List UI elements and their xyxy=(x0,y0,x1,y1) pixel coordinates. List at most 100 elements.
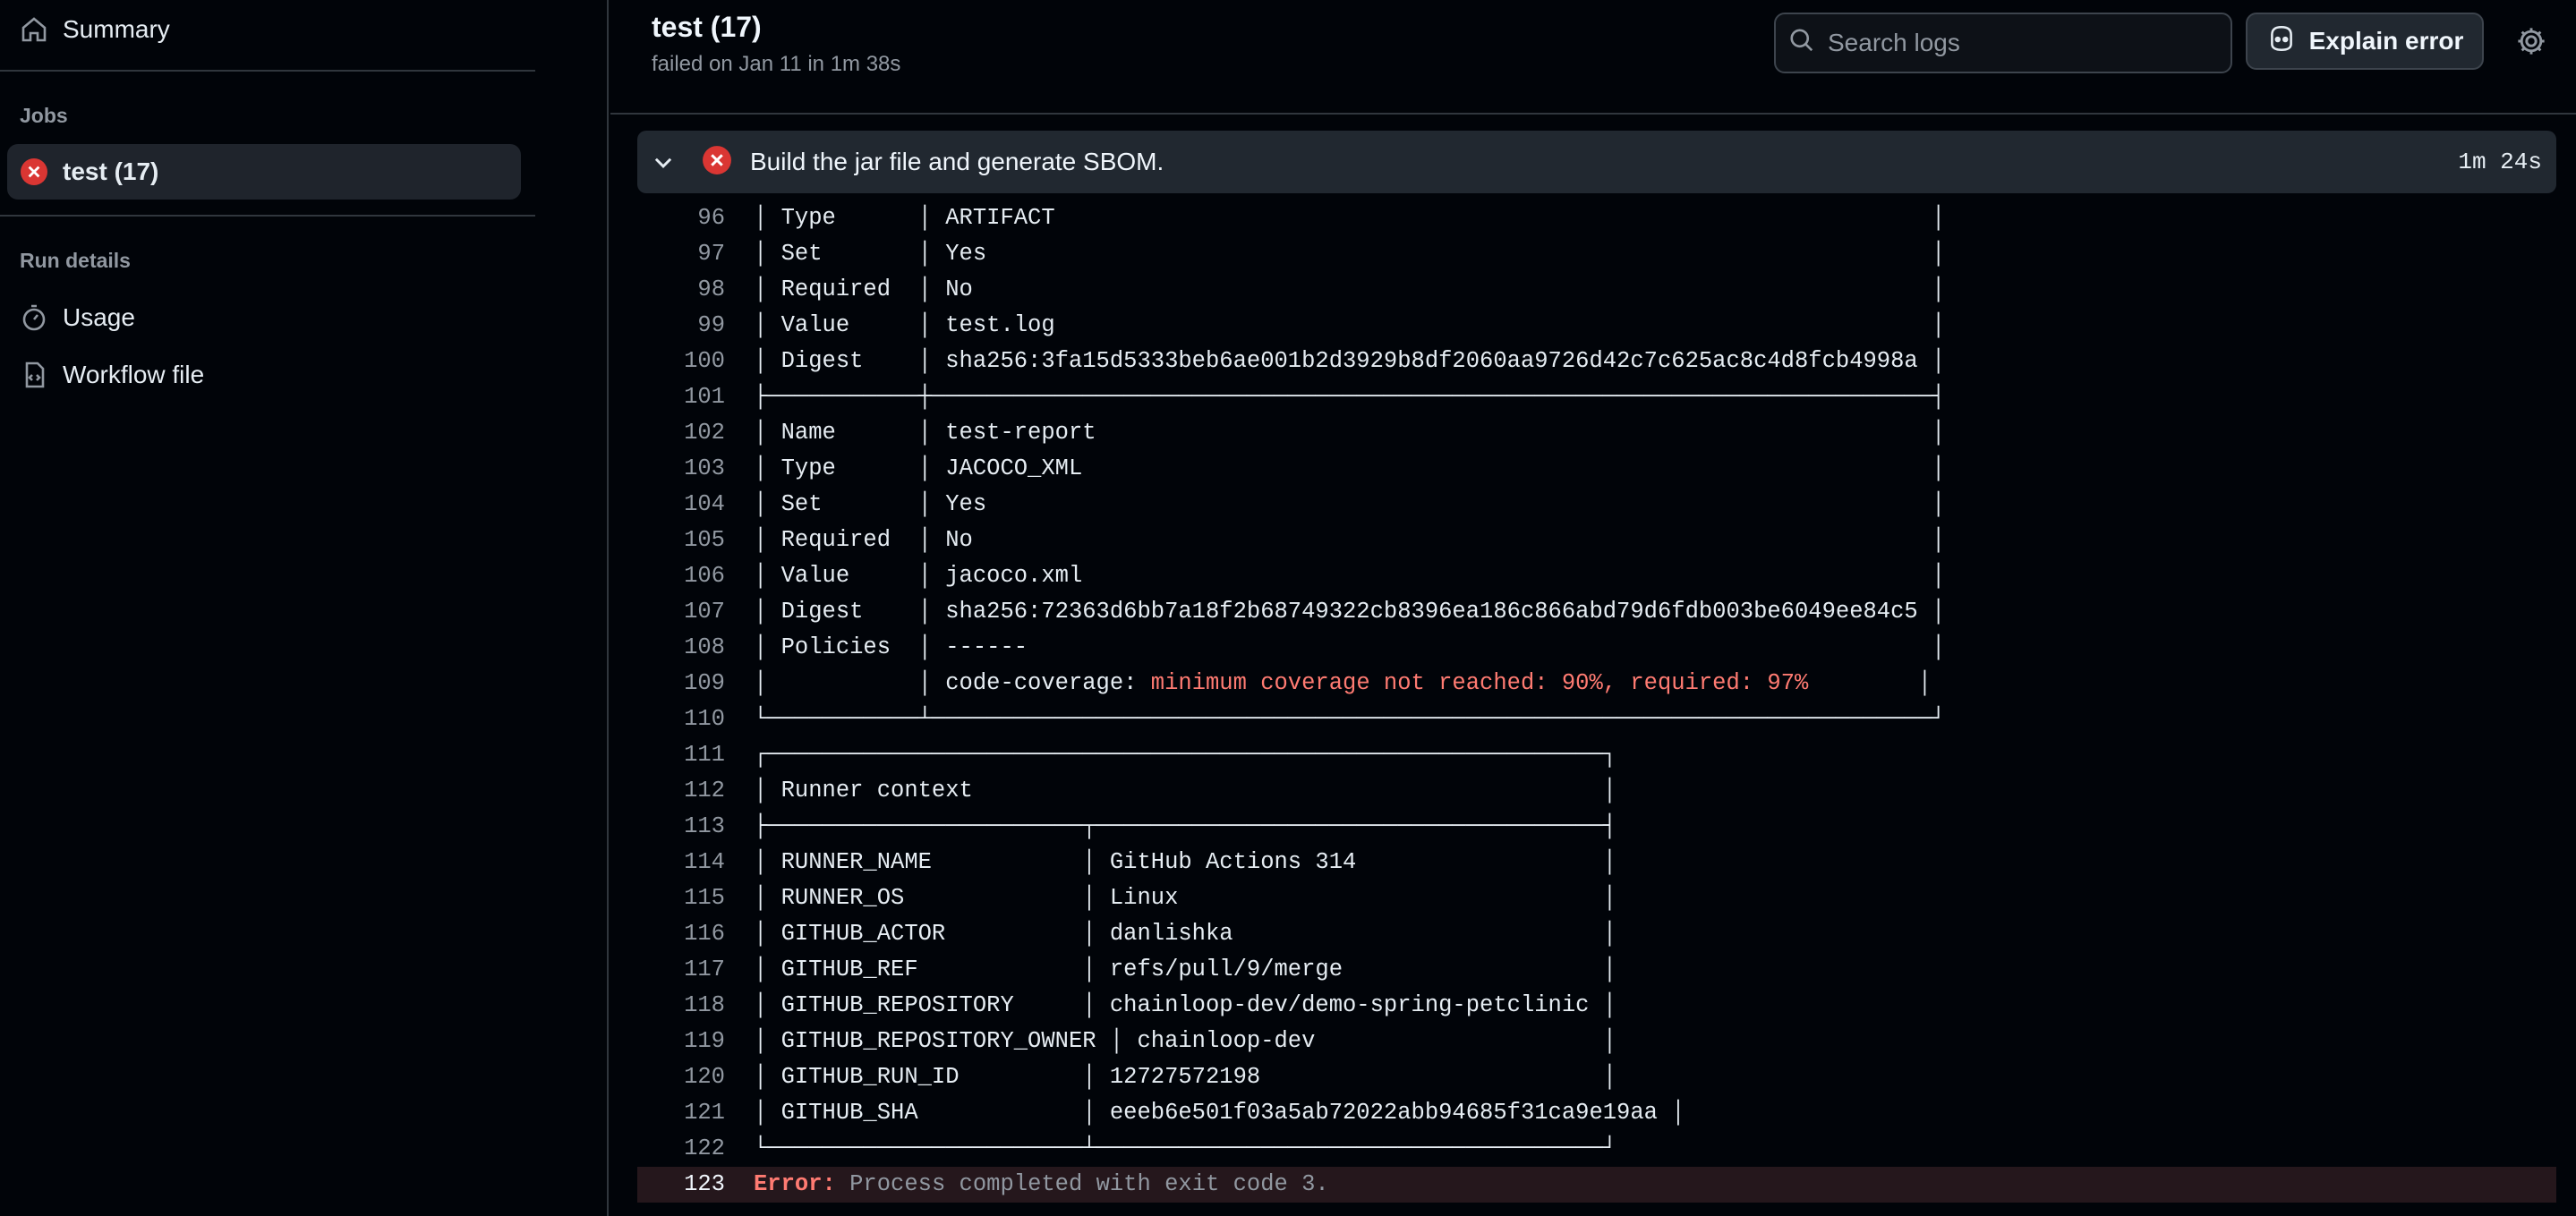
error-circle-icon xyxy=(20,154,63,190)
log-text: │ Set │ Yes │ xyxy=(754,241,1946,267)
line-number[interactable]: 96 xyxy=(637,200,725,236)
log-line: 119 │ GITHUB_REPOSITORY_OWNER │ chainloop… xyxy=(637,1024,2556,1059)
log-text: │ GITHUB_REF │ refs/pull/9/merge │ xyxy=(754,957,1617,982)
step-duration: 1m 24s xyxy=(2458,149,2542,175)
log-line: 99 │ Value │ test.log │ xyxy=(637,308,2556,344)
log-line: 110 └───────────┴────────────────────────… xyxy=(637,702,2556,737)
sidebar-item-label: Summary xyxy=(63,15,170,43)
log-text: │ Type │ ARTIFACT │ xyxy=(754,205,1946,231)
line-number[interactable]: 102 xyxy=(637,415,725,451)
home-icon xyxy=(20,12,63,47)
log-text: ├───────────────────────┬───────────────… xyxy=(754,813,1617,839)
search-input[interactable] xyxy=(1828,29,2204,57)
line-number[interactable]: 115 xyxy=(637,880,725,916)
sidebar-item-job[interactable]: test (17) xyxy=(7,144,521,200)
line-number[interactable]: 97 xyxy=(637,236,725,272)
log-text: │ Value │ test.log │ xyxy=(754,312,1946,338)
log-line: 121 │ GITHUB_SHA │ eeeb6e501f03a5ab72022a… xyxy=(637,1095,2556,1131)
line-number[interactable]: 107 xyxy=(637,594,725,630)
error-label: Error: xyxy=(754,1171,836,1197)
log-text: │ Policies │ ------ │ xyxy=(754,634,1946,660)
log-text: │ GITHUB_REPOSITORY_OWNER │ chainloop-de… xyxy=(754,1028,1617,1054)
line-number[interactable]: 114 xyxy=(637,845,725,880)
log-text: ├───────────┼───────────────────────────… xyxy=(754,384,1946,410)
log-text: │ Set │ Yes │ xyxy=(754,491,1946,517)
log-line: 109 │ │ code-coverage: minimum coverage n… xyxy=(637,666,2556,702)
log-line: 114 │ RUNNER_NAME │ GitHub Actions 314 │ xyxy=(637,845,2556,880)
log-line: 101 ├───────────┼────────────────────────… xyxy=(637,379,2556,415)
log-text: └───────────┴───────────────────────────… xyxy=(754,706,1946,732)
log-text: │ GITHUB_REPOSITORY │ chainloop-dev/demo… xyxy=(754,992,1617,1018)
step-header[interactable]: Build the jar file and generate SBOM. 1m… xyxy=(637,131,2556,193)
job-status-text: failed on Jan 11 in 1m 38s xyxy=(652,52,901,76)
line-number[interactable]: 118 xyxy=(637,988,725,1024)
log-text: │ GITHUB_ACTOR │ danlishka │ xyxy=(754,921,1617,947)
log-text: │ Digest │ sha256:3fa15d5333beb6ae001b2d… xyxy=(754,348,1946,374)
log-line: 117 │ GITHUB_REF │ refs/pull/9/merge │ xyxy=(637,952,2556,988)
log-text: │ │ code-coverage: minimum coverage not … xyxy=(754,670,1932,696)
log-line: 118 │ GITHUB_REPOSITORY │ chainloop-dev/d… xyxy=(637,988,2556,1024)
file-code-icon xyxy=(20,357,63,393)
log-line: 100 │ Digest │ sha256:3fa15d5333beb6ae001… xyxy=(637,344,2556,379)
divider xyxy=(0,215,535,217)
line-number[interactable]: 103 xyxy=(637,451,725,487)
run-details-heading: Run details xyxy=(20,249,131,272)
log-line: 113 ├───────────────────────┬────────────… xyxy=(637,809,2556,845)
log-line: 108 │ Policies │ ------ │ xyxy=(637,630,2556,666)
line-number[interactable]: 100 xyxy=(637,344,725,379)
sidebar-item-workflow-file[interactable]: Workflow file xyxy=(7,347,521,403)
log-text: │ Runner context │ xyxy=(754,778,1617,804)
sidebar-item-label: Usage xyxy=(63,303,135,331)
line-number[interactable]: 110 xyxy=(637,702,725,737)
error-circle-icon xyxy=(702,145,732,180)
error-log-line: 123 Error: Process completed with exit co… xyxy=(637,1167,2556,1203)
sidebar: Summary Jobs test (17) Run details Usage… xyxy=(0,0,609,1216)
chevron-down-icon[interactable] xyxy=(652,150,687,174)
line-number[interactable]: 113 xyxy=(637,809,725,845)
search-icon xyxy=(1788,27,1815,60)
log-text: │ Value │ jacoco.xml │ xyxy=(754,563,1946,589)
job-header: test (17) failed on Jan 11 in 1m 38s Exp… xyxy=(610,0,2576,115)
log-line: 103 │ Type │ JACOCO_XML │ xyxy=(637,451,2556,487)
log-line: 115 │ RUNNER_OS │ Linux │ xyxy=(637,880,2556,916)
explain-error-label: Explain error xyxy=(2308,27,2464,55)
line-number[interactable]: 112 xyxy=(637,773,725,809)
line-number[interactable]: 117 xyxy=(637,952,725,988)
line-number[interactable]: 108 xyxy=(637,630,725,666)
log-line: 112 │ Runner context │ xyxy=(637,773,2556,809)
log-text: Error: Process completed with exit code … xyxy=(754,1167,1329,1203)
line-number[interactable]: 109 xyxy=(637,666,725,702)
line-number[interactable]: 101 xyxy=(637,379,725,415)
log-text: │ GITHUB_SHA │ eeeb6e501f03a5ab72022abb9… xyxy=(754,1100,1685,1126)
gear-icon[interactable] xyxy=(2515,25,2547,57)
line-number[interactable]: 122 xyxy=(637,1131,725,1167)
log-line: 122 └───────────────────────┴────────────… xyxy=(637,1131,2556,1167)
stopwatch-icon xyxy=(20,300,63,336)
log-highlight: minimum coverage not reached: 90%, requi… xyxy=(1150,670,1809,696)
log-line: 116 │ GITHUB_ACTOR │ danlishka │ xyxy=(637,916,2556,952)
line-number[interactable]: 121 xyxy=(637,1095,725,1131)
log-text: ┌───────────────────────────────────────… xyxy=(754,742,1617,768)
explain-error-button[interactable]: Explain error xyxy=(2246,13,2484,70)
search-logs[interactable] xyxy=(1774,13,2232,73)
log-line: 96 │ Type │ ARTIFACT │ xyxy=(637,200,2556,236)
line-number[interactable]: 120 xyxy=(637,1059,725,1095)
line-number[interactable]: 98 xyxy=(637,272,725,308)
line-number[interactable]: 104 xyxy=(637,487,725,523)
sidebar-item-label: Workflow file xyxy=(63,361,205,388)
page-title: test (17) xyxy=(652,11,762,43)
step-name: Build the jar file and generate SBOM. xyxy=(750,148,1164,175)
divider xyxy=(0,70,535,72)
sidebar-item-summary[interactable]: Summary xyxy=(7,2,521,57)
line-number[interactable]: 99 xyxy=(637,308,725,344)
line-number[interactable]: 105 xyxy=(637,523,725,558)
line-number[interactable]: 116 xyxy=(637,916,725,952)
line-number[interactable]: 119 xyxy=(637,1024,725,1059)
sidebar-item-usage[interactable]: Usage xyxy=(7,290,521,345)
log-text: │ RUNNER_OS │ Linux │ xyxy=(754,885,1617,911)
log-text: │ GITHUB_RUN_ID │ 12727572198 │ xyxy=(754,1064,1617,1090)
line-number[interactable]: 106 xyxy=(637,558,725,594)
line-number[interactable]: 111 xyxy=(637,737,725,773)
line-number[interactable]: 123 xyxy=(637,1167,725,1203)
log-line: 105 │ Required │ No │ xyxy=(637,523,2556,558)
